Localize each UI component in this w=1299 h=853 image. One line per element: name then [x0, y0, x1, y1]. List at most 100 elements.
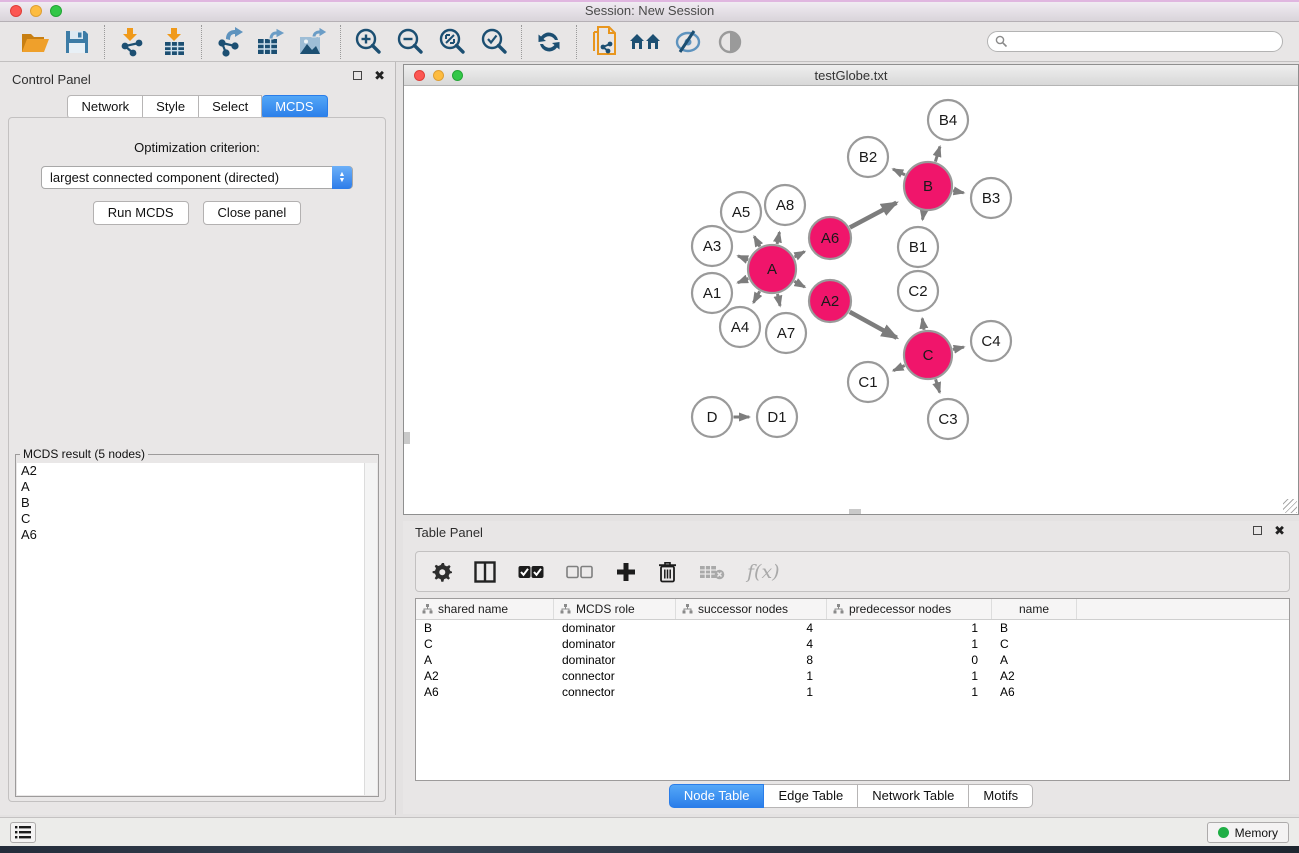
table-cell[interactable]: 4 [676, 636, 827, 652]
table-cell[interactable]: C [416, 636, 554, 652]
graph-edge-C-C2[interactable] [922, 318, 924, 329]
graph-edge-B-B1[interactable] [922, 211, 923, 219]
delete-icon[interactable] [658, 561, 677, 583]
table-cell[interactable]: 0 [827, 652, 992, 668]
table-cell[interactable]: B [416, 620, 554, 636]
list-item[interactable]: C [17, 511, 377, 527]
tab-network-table[interactable]: Network Table [858, 784, 969, 808]
graph-edge-B-B4[interactable] [935, 147, 940, 162]
column-header-name[interactable]: name [992, 599, 1077, 619]
table-row[interactable]: Cdominator41C [416, 636, 1289, 652]
tab-mcds[interactable]: MCDS [262, 95, 327, 119]
tab-select[interactable]: Select [199, 95, 262, 119]
table-cell[interactable]: connector [554, 668, 676, 684]
hide-details-icon[interactable] [670, 26, 706, 58]
export-image-icon[interactable] [295, 26, 331, 58]
zoom-out-icon[interactable] [392, 26, 428, 58]
table-row[interactable]: Bdominator41B [416, 620, 1289, 636]
zoom-in-icon[interactable] [350, 26, 386, 58]
list-item[interactable]: A2 [17, 463, 377, 479]
gear-icon[interactable] [432, 562, 452, 582]
table-cell[interactable]: 1 [676, 684, 827, 700]
table-cell[interactable]: 1 [827, 620, 992, 636]
graph-edge-C-C1[interactable] [893, 365, 904, 370]
graph-edge-A2-C[interactable] [850, 312, 897, 338]
import-network-icon[interactable] [114, 26, 150, 58]
table-cell[interactable]: 1 [827, 684, 992, 700]
list-item[interactable]: A [17, 479, 377, 495]
table-cell[interactable]: dominator [554, 652, 676, 668]
task-history-button[interactable] [10, 822, 36, 843]
table-cell[interactable]: connector [554, 684, 676, 700]
zoom-fit-icon[interactable] [434, 26, 470, 58]
table-cell[interactable]: dominator [554, 620, 676, 636]
graph-edge-B-B2[interactable] [893, 169, 905, 175]
network-window-titlebar[interactable]: testGlobe.txt [404, 65, 1298, 86]
export-network-icon[interactable] [211, 26, 247, 58]
graph-edge-A-A4[interactable] [753, 291, 759, 302]
import-table-icon[interactable] [156, 26, 192, 58]
table-row[interactable]: Adominator80A [416, 652, 1289, 668]
zoom-selected-icon[interactable] [476, 26, 512, 58]
refresh-icon[interactable] [531, 26, 567, 58]
table-cell[interactable]: 8 [676, 652, 827, 668]
graph-edge-A-A3[interactable] [738, 256, 748, 260]
resize-grip-icon[interactable] [1283, 499, 1297, 513]
mcds-result-list[interactable]: A2ABCA6 [17, 463, 377, 795]
network-canvas[interactable]: B4B2BB3B1A5A8A6A3AA1A2A4A7C2C4CC1C3DD1 [404, 86, 1298, 514]
table-row[interactable]: A6connector11A6 [416, 684, 1289, 700]
table-cell[interactable]: C [992, 636, 1077, 652]
graph-edge-C-C4[interactable] [953, 347, 964, 349]
add-icon[interactable] [616, 562, 636, 582]
search-input[interactable] [987, 31, 1283, 52]
graph-edge-A-A7[interactable] [777, 294, 780, 306]
node-table[interactable]: shared nameMCDS rolesuccessor nodesprede… [415, 598, 1290, 781]
table-cell[interactable]: A6 [416, 684, 554, 700]
deselect-all-icon[interactable] [566, 565, 594, 579]
open-file-icon[interactable] [17, 26, 53, 58]
table-cell[interactable]: 1 [676, 668, 827, 684]
first-neighbors-icon[interactable] [628, 26, 664, 58]
column-header-successor-nodes[interactable]: successor nodes [676, 599, 827, 619]
table-cell[interactable]: 4 [676, 620, 827, 636]
eye-icon[interactable] [712, 26, 748, 58]
table-cell[interactable]: B [992, 620, 1077, 636]
graph-edge-A-A1[interactable] [738, 278, 749, 282]
table-cell[interactable]: A [992, 652, 1077, 668]
graph-edge-B-B3[interactable] [953, 191, 964, 193]
tab-style[interactable]: Style [143, 95, 199, 119]
graph-edge-A6-B[interactable] [850, 203, 897, 228]
table-row[interactable]: A2connector11A2 [416, 668, 1289, 684]
criterion-dropdown[interactable]: largest connected component (directed) ▲… [41, 166, 353, 189]
list-item[interactable]: A6 [17, 527, 377, 543]
new-network-icon[interactable] [586, 26, 622, 58]
graph-edge-A-A2[interactable] [794, 281, 804, 287]
function-builder-icon[interactable]: f(x) [747, 561, 780, 583]
memory-button[interactable]: Memory [1207, 822, 1289, 843]
table-cell[interactable]: A [416, 652, 554, 668]
tab-network[interactable]: Network [67, 95, 143, 119]
graph-edge-A-A5[interactable] [754, 236, 760, 246]
columns-icon[interactable] [474, 561, 496, 583]
graph-edge-C-C3[interactable] [936, 379, 940, 392]
column-header-predecessor-nodes[interactable]: predecessor nodes [827, 599, 992, 619]
list-item[interactable]: B [17, 495, 377, 511]
table-cell[interactable]: dominator [554, 636, 676, 652]
close-panel-icon[interactable]: ✖ [374, 71, 385, 80]
export-table-icon[interactable] [253, 26, 289, 58]
column-header-MCDS-role[interactable]: MCDS role [554, 599, 676, 619]
save-session-icon[interactable] [59, 26, 95, 58]
column-header-shared-name[interactable]: shared name [416, 599, 554, 619]
list-scrollbar[interactable] [364, 463, 377, 795]
tab-node-table[interactable]: Node Table [669, 784, 765, 808]
float-table-panel-icon[interactable] [1253, 526, 1262, 535]
float-panel-icon[interactable] [353, 71, 362, 80]
table-cell[interactable]: 1 [827, 636, 992, 652]
horizontal-scroll-thumb[interactable] [849, 509, 861, 514]
close-panel-button[interactable]: Close panel [203, 201, 302, 225]
graph-edge-A-A6[interactable] [794, 252, 804, 257]
select-all-icon[interactable] [518, 565, 544, 579]
run-mcds-button[interactable]: Run MCDS [93, 201, 189, 225]
table-cell[interactable]: A6 [992, 684, 1077, 700]
delete-table-icon[interactable] [699, 564, 725, 580]
